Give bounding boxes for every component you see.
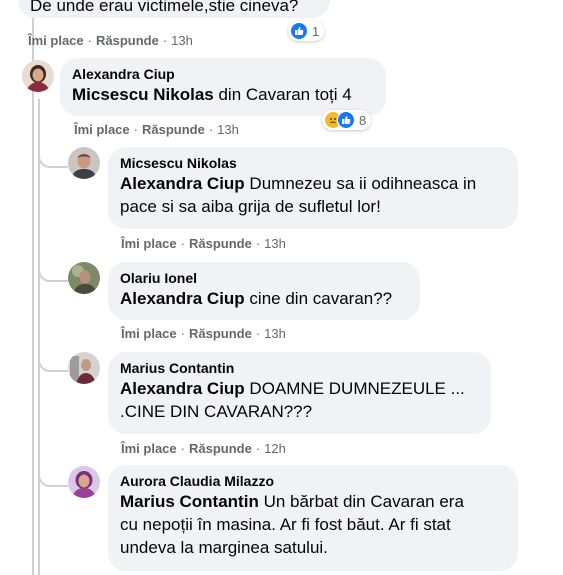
- comment-bubble: Marius Contantin Alexandra Ciup DOAMNE D…: [108, 352, 491, 434]
- avatar[interactable]: [68, 466, 100, 498]
- comment-text: Alexandra Ciup cine din cavaran??: [120, 287, 408, 310]
- thread-branch: [38, 459, 68, 487]
- reply-button[interactable]: Răspunde: [189, 326, 252, 341]
- comment-actions: Îmi place · Răspunde · 12h: [121, 441, 286, 456]
- comment-text: Marius Contantin Un bărbat din Cavaran e…: [120, 490, 506, 559]
- thread-branch: [38, 254, 68, 282]
- reaction-summary[interactable]: 8: [322, 110, 372, 130]
- mention-tag[interactable]: Alexandra Ciup: [120, 379, 245, 398]
- reaction-count: 1: [312, 23, 320, 39]
- thread-line-replies: [38, 99, 40, 575]
- reply-button[interactable]: Răspunde: [142, 122, 205, 137]
- mention-tag[interactable]: Micsescu Nikolas: [72, 85, 214, 104]
- reply-button[interactable]: Răspunde: [189, 441, 252, 456]
- mention-tag[interactable]: Alexandra Ciup: [120, 289, 245, 308]
- comment-author[interactable]: Olariu Ionel: [120, 269, 408, 287]
- timestamp[interactable]: 13h: [217, 122, 239, 137]
- mention-tag[interactable]: Alexandra Ciup: [120, 174, 245, 193]
- reply-button[interactable]: Răspunde: [189, 236, 252, 251]
- comment-author[interactable]: Marius Contantin: [120, 359, 479, 377]
- avatar[interactable]: [68, 352, 100, 384]
- comment-bubble-top: De unde erau victimele,stie cineva?: [18, 0, 330, 18]
- timestamp[interactable]: 13h: [264, 236, 286, 251]
- mention-tag[interactable]: Marius Contantin: [120, 492, 259, 511]
- comment-text: Micsescu Nikolas din Cavaran toți 4: [72, 83, 374, 106]
- like-icon: [290, 22, 308, 40]
- like-button[interactable]: Îmi place: [74, 122, 130, 137]
- thread-branch: [38, 344, 68, 372]
- comment-body: cine din cavaran??: [244, 289, 393, 308]
- comment-text: De unde erau victimele,stie cineva?: [30, 0, 299, 15]
- like-icon: [337, 111, 355, 129]
- like-button[interactable]: Îmi place: [121, 236, 177, 251]
- avatar[interactable]: [68, 262, 100, 294]
- timestamp[interactable]: 12h: [264, 441, 286, 456]
- comment-actions: Îmi place · Răspunde · 13h: [28, 33, 193, 48]
- comment-body: din Cavaran toți 4: [213, 85, 352, 104]
- comment-actions: Îmi place · Răspunde · 13h: [74, 122, 239, 137]
- reply-button[interactable]: Răspunde: [96, 33, 159, 48]
- like-button[interactable]: Îmi place: [121, 441, 177, 456]
- avatar[interactable]: [68, 147, 100, 179]
- reaction-summary[interactable]: 1: [288, 21, 325, 41]
- timestamp[interactable]: 13h: [264, 326, 286, 341]
- like-button[interactable]: Îmi place: [28, 33, 84, 48]
- comment-text: Alexandra Ciup Dumnezeu sa ii odihneasca…: [120, 172, 506, 218]
- thread-branch: [38, 140, 68, 168]
- comment-text: Alexandra Ciup DOAMNE DUMNEZEULE ... .CI…: [120, 377, 479, 423]
- comment-actions: Îmi place · Răspunde · 13h: [121, 326, 286, 341]
- like-button[interactable]: Îmi place: [121, 326, 177, 341]
- timestamp[interactable]: 13h: [171, 33, 193, 48]
- avatar[interactable]: [22, 60, 54, 92]
- comment-bubble: Micsescu Nikolas Alexandra Ciup Dumnezeu…: [108, 147, 518, 229]
- comment-bubble: Olariu Ionel Alexandra Ciup cine din cav…: [108, 262, 420, 320]
- comment-author[interactable]: Aurora Claudia Milazzo: [120, 472, 506, 490]
- comment-author[interactable]: Micsescu Nikolas: [120, 154, 506, 172]
- reaction-count: 8: [359, 112, 367, 128]
- comment-bubble: Aurora Claudia Milazzo Marius Contantin …: [108, 465, 518, 571]
- comment-bubble: Alexandra Ciup Micsescu Nikolas din Cava…: [60, 58, 386, 116]
- comment-author[interactable]: Alexandra Ciup: [72, 65, 374, 83]
- comment-actions: Îmi place · Răspunde · 13h: [121, 236, 286, 251]
